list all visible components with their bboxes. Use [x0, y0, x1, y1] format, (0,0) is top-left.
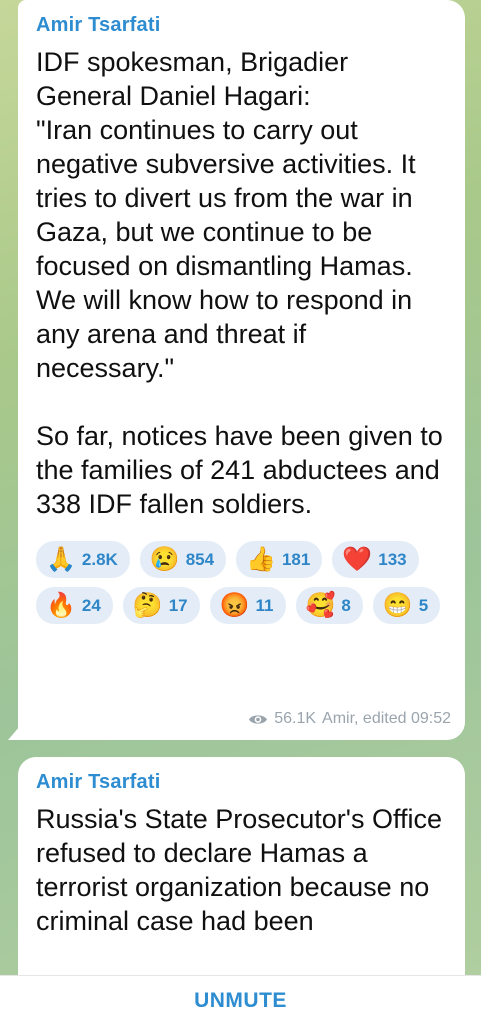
reaction-count: 854 [185, 549, 215, 569]
eye-icon [249, 714, 268, 724]
crying-face-icon: 😢 [149, 545, 180, 573]
thinking-face-icon: 🤔 [132, 591, 163, 619]
reaction-count: 181 [281, 549, 311, 569]
reaction-count: 24 [81, 595, 101, 615]
grinning-face-icon: 😁 [382, 591, 413, 619]
author-time: Amir, edited 09:52 [322, 710, 451, 727]
reaction-count: 8 [341, 595, 351, 615]
reaction-angry[interactable]: 😡 11 [209, 587, 286, 624]
reaction-count: 5 [418, 595, 429, 615]
sender-name[interactable]: Amir Tsarfati [36, 771, 449, 794]
message-text: Russia's State Prosecutor's Office refus… [36, 804, 442, 936]
reaction-count: 17 [168, 595, 188, 615]
pray-icon: 🙏 [46, 545, 76, 573]
reaction-thinking[interactable]: 🤔 17 [122, 587, 200, 624]
reaction-count: 133 [378, 549, 407, 569]
reaction-count: 11 [255, 595, 274, 615]
reaction-count: 2.8K [81, 549, 118, 569]
bottom-bar: UNMUTE [0, 975, 481, 1025]
message-bubble[interactable]: Amir Tsarfati Russia's State Prosecutor'… [18, 757, 465, 997]
sender-name[interactable]: Amir Tsarfati [36, 14, 449, 37]
reaction-crying[interactable]: 😢 854 [139, 541, 227, 578]
reaction-smiling-hearts[interactable]: 🥰 8 [295, 587, 363, 624]
view-count: 56.1K [274, 710, 317, 727]
unmute-button[interactable]: UNMUTE [194, 989, 287, 1013]
reaction-thumbs-up[interactable]: 👍 181 [236, 541, 323, 578]
reaction-grinning[interactable]: 😁 5 [372, 587, 441, 624]
thumbs-up-icon: 👍 [246, 545, 276, 573]
fire-icon: 🔥 [46, 591, 76, 619]
reaction-fire[interactable]: 🔥 24 [36, 587, 113, 624]
heart-icon: ❤️ [342, 545, 373, 573]
reaction-heart[interactable]: ❤️ 133 [332, 541, 419, 578]
angry-face-icon: 😡 [219, 591, 250, 619]
message-bubble[interactable]: Amir Tsarfati IDF spokesman, Brigadier G… [18, 0, 465, 740]
reaction-pray[interactable]: 🙏 2.8K [36, 541, 130, 578]
smiling-hearts-icon: 🥰 [305, 591, 336, 619]
message-meta: 56.1K Amir, edited 09:52 [248, 710, 451, 728]
reactions-bar: 🙏 2.8K 😢 854 👍 181 ❤️ 133 🔥 24 🤔 17 😡 11 🥰 8 😁 5 [36, 541, 456, 624]
message-text: IDF spokesman, Brigadier General Daniel … [36, 47, 443, 519]
